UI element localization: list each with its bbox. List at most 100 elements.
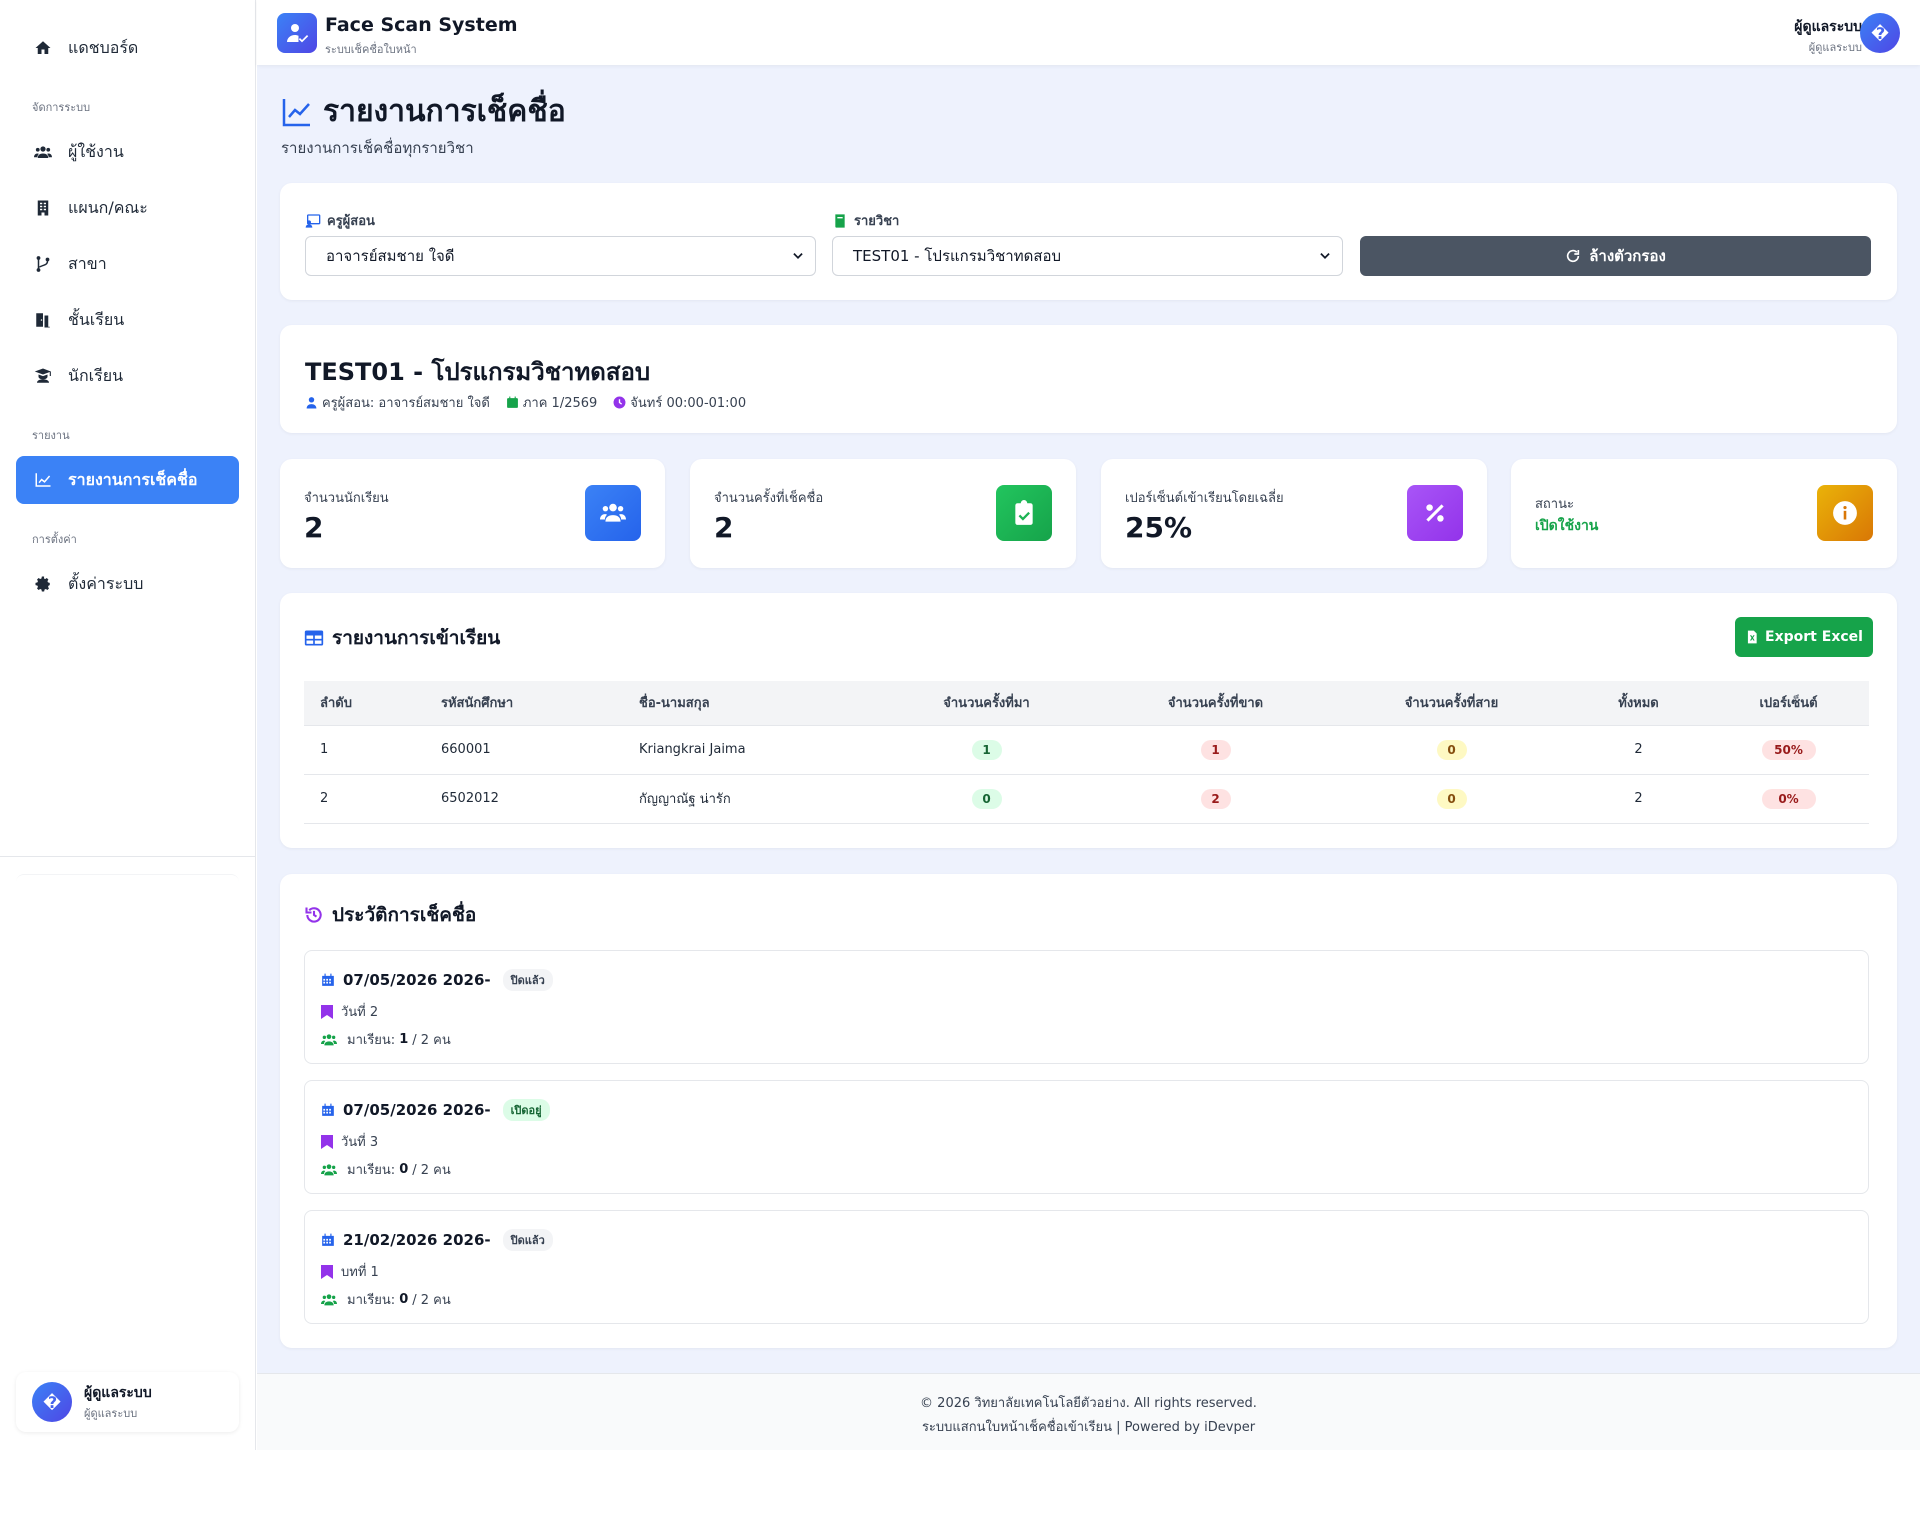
col-header[interactable]: จำนวนครั้งที่มา — [876, 681, 1097, 726]
clock-icon — [613, 396, 626, 409]
status-badge: ปิดแล้ว — [502, 1229, 553, 1251]
footer-powered-by: ระบบแสกนใบหน้าเช็คชื่อเข้าเรียน | Powere… — [921, 1420, 1256, 1435]
history-date: 07/05/2026 2026- ปิดแล้ว — [321, 969, 553, 991]
stat-card-status: สถานะ เปิดใช้งาน — [1511, 459, 1897, 568]
top-user-name: ผู้ดูแลระบบ — [1794, 19, 1862, 35]
gear-icon — [32, 573, 54, 595]
history-date: 21/02/2026 2026- ปิดแล้ว — [321, 1229, 553, 1251]
history-attendance-count: มาเรียน: 1 / 2 คน — [321, 1029, 451, 1050]
course-term: ภาค 1/2569 — [506, 392, 597, 413]
table-row[interactable]: 2 6502012 กัญญาณัฐ น่ารัก 0 2 0 2 0% — [304, 774, 1869, 824]
attendance-table: ลำดับ รหัสนักศึกษา ชื่อ-นามสกุล จำนวนครั… — [304, 681, 1869, 824]
top-user-role: ผู้ดูแลระบบ — [1808, 41, 1862, 54]
sidebar-item-label: ผู้ใช้งาน — [68, 141, 124, 161]
course-schedule: จันทร์ 00:00-01:00 — [613, 392, 746, 413]
avatar[interactable]: � — [1860, 13, 1900, 53]
sidebar-section-settings: การตั้งค่า — [32, 533, 77, 546]
table-row[interactable]: 1 660001 Kriangkrai Jaima 1 1 0 2 50% — [304, 725, 1869, 775]
page-subtitle: รายงานการเช็คชื่อทุกรายวิชา — [281, 139, 474, 157]
col-header[interactable]: เปอร์เซ็นต์ — [1708, 681, 1869, 726]
sidebar: แดชบอร์ด จัดการระบบ ผู้ใช้งาน แผนก/คณะ ส… — [0, 0, 256, 1450]
door-icon — [32, 309, 54, 331]
course-title: TEST01 - โปรแกรมวิชาทดสอบ — [305, 358, 651, 386]
history-title: ประวัติการเช็คชื่อ — [304, 900, 476, 930]
top-user-info[interactable]: ผู้ดูแลระบบ ผู้ดูแลระบบ — [1794, 16, 1862, 56]
col-header[interactable]: จำนวนครั้งที่ขาด — [1097, 681, 1334, 726]
top-bar: Face Scan System ระบบเช็คชื่อใบหน้า ผู้ด… — [257, 0, 1920, 65]
face-scan-logo-icon — [277, 13, 317, 53]
page-title-text: รายงานการเช็คชื่อ — [323, 94, 566, 129]
teacher-filter-label: ครูผู้สอน — [305, 210, 375, 231]
stat-card-checkins: จำนวนครั้งที่เช็คชื่อ 2 — [690, 459, 1076, 568]
users-icon — [321, 1163, 337, 1175]
sidebar-item-label: แผนก/คณะ — [68, 197, 148, 217]
cell-name: กัญญาณัฐ น่ารัก — [623, 774, 876, 824]
absent-badge: 2 — [1200, 788, 1231, 809]
late-badge: 0 — [1436, 788, 1467, 809]
chevron-down-icon — [1320, 253, 1330, 259]
col-header[interactable]: รหัสนักศึกษา — [425, 681, 623, 726]
stat-label: สถานะ — [1535, 497, 1574, 512]
stat-label: เปอร์เซ็นต์เข้าเรียนโดยเฉลี่ย — [1125, 491, 1284, 506]
branch-icon — [32, 253, 54, 275]
col-header[interactable]: ทั้งหมด — [1569, 681, 1708, 726]
bookmark-icon — [321, 1134, 333, 1149]
export-excel-button[interactable]: Export Excel — [1735, 617, 1873, 657]
chart-line-icon — [282, 98, 310, 126]
attendance-report-card: รายงานการเข้าเรียน Export Excel ลำดับ รห… — [280, 593, 1897, 848]
home-icon — [32, 37, 54, 59]
app-title: Face Scan System — [325, 14, 518, 36]
footer-copyright: © 2026 วิทยาลัยเทคโนโลยีตัวอย่าง. All ri… — [920, 1396, 1257, 1411]
calendar-icon — [322, 973, 334, 986]
status-badge: เปิดใช้งาน — [1535, 518, 1599, 534]
teacher-select[interactable]: อาจารย์สมชาย ใจดี — [305, 236, 816, 276]
table-header-row: ลำดับ รหัสนักศึกษา ชื่อ-นามสกุล จำนวนครั… — [304, 681, 1869, 726]
history-item[interactable]: 21/02/2026 2026- ปิดแล้ว บทที่ 1 มาเรียน… — [304, 1210, 1869, 1324]
clipboard-check-icon — [996, 485, 1052, 541]
avatar: � — [32, 1382, 72, 1422]
history-session: วันที่ 3 — [321, 1131, 378, 1152]
sidebar-item-branches[interactable]: สาขา — [16, 240, 239, 288]
cell-student-id: 6502012 — [425, 774, 623, 824]
col-header[interactable]: ชื่อ-นามสกุล — [623, 681, 876, 726]
page-title: รายงานการเช็คชื่อ — [281, 88, 566, 135]
history-item[interactable]: 07/05/2026 2026- เปิดอยู่ วันที่ 3 มาเรี… — [304, 1080, 1869, 1194]
sidebar-item-attendance-report[interactable]: รายงานการเช็คชื่อ — [16, 456, 239, 504]
stat-value: 2 — [304, 511, 324, 544]
status-badge: เปิดอยู่ — [502, 1099, 550, 1121]
teacher-select-value: อาจารย์สมชาย ใจดี — [326, 247, 455, 265]
app-subtitle: ระบบเช็คชื่อใบหน้า — [325, 43, 417, 56]
calendar-icon — [322, 1233, 334, 1246]
sidebar-item-classrooms[interactable]: ชั้นเรียน — [16, 296, 239, 344]
stat-label: จำนวนครั้งที่เช็คชื่อ — [714, 491, 824, 506]
refresh-icon — [1567, 249, 1580, 263]
reset-filters-button[interactable]: ล้างตัวกรอง — [1360, 236, 1871, 276]
late-badge: 0 — [1436, 739, 1467, 760]
cell-total: 2 — [1569, 774, 1708, 824]
history-date: 07/05/2026 2026- เปิดอยู่ — [321, 1099, 550, 1121]
col-header[interactable]: จำนวนครั้งที่สาย — [1334, 681, 1569, 726]
sidebar-item-dashboard[interactable]: แดชบอร์ด — [16, 24, 239, 72]
cell-student-id: 660001 — [425, 725, 623, 775]
building-icon — [32, 197, 54, 219]
graduate-icon — [32, 365, 54, 387]
course-select[interactable]: TEST01 - โปรแกรมวิชาทดสอบ — [832, 236, 1343, 276]
sidebar-item-students[interactable]: นักเรียน — [16, 352, 239, 400]
present-badge: 0 — [971, 788, 1002, 809]
sidebar-item-label: รายงานการเช็คชื่อ — [68, 469, 198, 489]
sidebar-user-card[interactable]: � ผู้ดูแลระบบ ผู้ดูแลระบบ — [16, 1372, 239, 1432]
course-meta: ครูผู้สอน: อาจารย์สมชาย ใจดี ภาค 1/2569 … — [305, 392, 762, 413]
status-badge: ปิดแล้ว — [502, 969, 553, 991]
calendar-icon — [322, 1103, 334, 1116]
history-item[interactable]: 07/05/2026 2026- ปิดแล้ว วันที่ 2 มาเรีย… — [304, 950, 1869, 1064]
col-header[interactable]: ลำดับ — [304, 681, 425, 726]
sidebar-item-settings[interactable]: ตั้งค่าระบบ — [16, 560, 239, 608]
course-select-value: TEST01 - โปรแกรมวิชาทดสอบ — [853, 247, 1062, 265]
cell-no: 2 — [304, 774, 425, 824]
sidebar-item-label: นักเรียน — [68, 365, 123, 385]
calendar-icon — [506, 396, 518, 408]
users-icon — [321, 1293, 337, 1305]
sidebar-item-users[interactable]: ผู้ใช้งาน — [16, 128, 239, 176]
stat-value: 2 — [714, 511, 734, 544]
sidebar-item-departments[interactable]: แผนก/คณะ — [16, 184, 239, 232]
